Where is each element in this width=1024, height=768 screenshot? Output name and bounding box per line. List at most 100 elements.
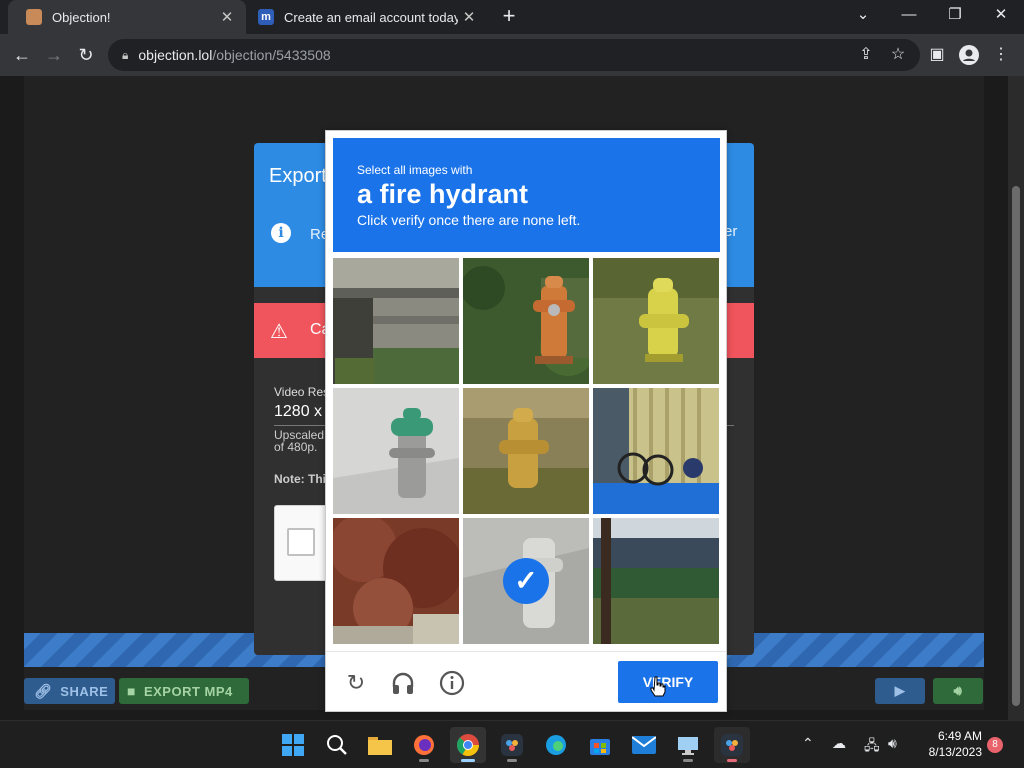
close-window-button[interactable]: ✕	[978, 0, 1024, 34]
hand-cursor-icon	[650, 676, 666, 697]
volume-icon[interactable]: 🔊︎	[888, 735, 897, 752]
tab-objection[interactable]: Objection! ✕	[8, 0, 246, 34]
davinci-resolve-icon	[501, 734, 523, 756]
minimize-button[interactable]: —	[886, 0, 932, 34]
play-icon: ▶	[894, 683, 906, 698]
close-tab-icon[interactable]: ✕	[216, 8, 238, 26]
share-page-icon[interactable]: ⇪	[850, 39, 882, 71]
note-text: Note: Thi	[274, 472, 326, 486]
notification-badge[interactable]: 8	[987, 737, 1003, 753]
chrome-button[interactable]	[450, 727, 486, 763]
captcha-tile[interactable]	[333, 388, 459, 514]
active-indicator	[461, 759, 475, 762]
forward-icon[interactable]: →	[38, 39, 70, 71]
clock-date: 8/13/2023	[928, 745, 982, 759]
captcha-instruction: Select all images with	[357, 163, 473, 177]
bookmark-star-icon[interactable]: ☆	[882, 39, 914, 71]
speaker-icon: 🔊︎	[953, 683, 963, 698]
search-button[interactable]	[319, 727, 355, 763]
audio-challenge-icon[interactable]	[388, 668, 418, 698]
tab-mail[interactable]: m Create an email account today at ✕	[248, 0, 488, 34]
selected-check-icon: ✓	[503, 558, 549, 604]
firefox-button[interactable]	[406, 727, 442, 763]
captcha-subinstruction: Click verify once there are none left.	[357, 212, 581, 228]
menu-kebab-icon[interactable]: ⋮	[985, 39, 1017, 71]
close-tab-icon[interactable]: ✕	[458, 8, 480, 26]
folder-icon	[368, 737, 392, 755]
tile-image-orange-hydrant	[463, 258, 589, 384]
store-icon	[590, 739, 610, 755]
running-indicator	[683, 759, 693, 762]
file-explorer-button[interactable]	[362, 727, 398, 763]
clock-time: 6:49 AM	[937, 729, 982, 743]
captcha-tile[interactable]	[463, 258, 589, 384]
tile-image-yellow-hydrant-lawn	[463, 388, 589, 514]
davinci-resolve-icon	[721, 734, 743, 756]
mail-favicon-icon: m	[258, 9, 274, 25]
verify-button[interactable]: VERIFY	[618, 661, 718, 703]
tile-image-street	[333, 258, 459, 384]
captcha-tile[interactable]	[463, 388, 589, 514]
clock[interactable]: 6:49 AM 8/13/2023	[912, 728, 982, 760]
address-bar[interactable]: 🔒︎ objection.lol /objection/5433508	[108, 39, 920, 71]
refresh-icon[interactable]: ↻	[341, 668, 371, 698]
tab-title: Create an email account today at	[284, 9, 458, 25]
tab-search-icon[interactable]: ⌄	[840, 0, 886, 34]
restore-button[interactable]: ❐	[932, 0, 978, 34]
info-icon: i	[271, 223, 291, 243]
onedrive-icon[interactable]: ☁	[832, 735, 846, 752]
captcha-header: Select all images with a fire hydrant Cl…	[333, 138, 720, 252]
export-label: EXPORT MP4	[143, 683, 233, 699]
captcha-tile[interactable]	[333, 518, 459, 644]
side-panel-icon[interactable]: ▣	[921, 39, 953, 71]
volume-button[interactable]: 🔊︎	[933, 678, 983, 704]
back-icon[interactable]: ←	[6, 39, 38, 71]
resolve-button[interactable]	[494, 727, 530, 763]
tile-image-house-trees	[593, 518, 719, 644]
profile-icon[interactable]	[953, 39, 985, 71]
remote-desktop-icon	[678, 737, 698, 755]
resolution-select[interactable]: 1280 x	[274, 403, 322, 421]
captcha-tile[interactable]	[593, 518, 719, 644]
tab-title: Objection!	[52, 9, 111, 25]
resolve-running-button[interactable]	[714, 727, 750, 763]
tile-image-bicycle-fence	[593, 388, 719, 514]
windows-logo-icon	[282, 734, 304, 756]
export-title: Export	[269, 165, 327, 187]
captcha-challenge: Select all images with a fire hydrant Cl…	[325, 130, 727, 712]
remote-desktop-button[interactable]	[670, 727, 706, 763]
windows-taskbar: ⌃ ☁ 🖧︎ 🔊︎ 6:49 AM 8/13/2023 8	[0, 720, 1024, 768]
url-path: /objection/5433508	[212, 47, 331, 63]
store-button[interactable]	[582, 727, 618, 763]
objection-favicon-icon	[26, 9, 42, 25]
tray-overflow-icon[interactable]: ⌃	[802, 735, 814, 752]
captcha-tile[interactable]	[333, 258, 459, 384]
captcha-checkbox[interactable]	[287, 528, 315, 556]
scrollbar-thumb[interactable]	[1012, 186, 1020, 706]
reload-icon[interactable]: ↻	[70, 39, 102, 71]
running-indicator	[419, 759, 429, 762]
export-mp4-button[interactable]: ■ EXPORT MP4	[119, 678, 249, 704]
info-icon[interactable]	[437, 668, 467, 698]
captcha-tile-selected[interactable]: ✓	[463, 518, 589, 644]
share-button[interactable]: 🔗︎ SHARE	[24, 678, 115, 704]
play-button[interactable]: ▶	[875, 678, 925, 704]
captcha-tile[interactable]	[593, 258, 719, 384]
tab-strip: Objection! ✕ m Create an email account t…	[0, 0, 1024, 34]
share-label: SHARE	[60, 683, 109, 699]
start-button[interactable]	[275, 727, 311, 763]
url-host: objection.lol	[138, 47, 213, 63]
mail-icon	[632, 736, 656, 754]
new-tab-button[interactable]: +	[497, 5, 521, 29]
firefox-icon	[414, 735, 434, 755]
network-icon[interactable]: 🖧︎	[864, 735, 880, 759]
captcha-target: a fire hydrant	[357, 179, 529, 209]
tile-image-yellow-hydrant	[593, 258, 719, 384]
edge-button[interactable]	[538, 727, 574, 763]
captcha-tile[interactable]	[593, 388, 719, 514]
link-icon: 🔗︎	[34, 682, 53, 699]
video-camera-icon: ■	[127, 683, 136, 699]
lock-icon[interactable]: 🔒︎	[122, 48, 128, 63]
mail-button[interactable]	[626, 727, 662, 763]
page-scrollbar[interactable]	[1008, 76, 1024, 720]
